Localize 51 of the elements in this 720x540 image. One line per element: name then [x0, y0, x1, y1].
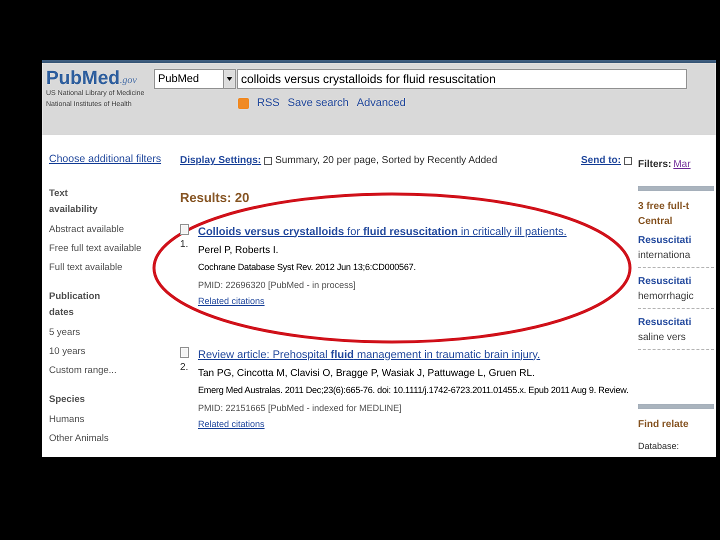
filters-label: Filters: [638, 158, 672, 172]
filter-group-title: Publication dates [49, 290, 102, 320]
logo-suffix: .gov [120, 74, 137, 88]
related-article-title[interactable]: Resuscitati [638, 233, 714, 248]
filter-group-title: Species [49, 392, 86, 407]
filter-item[interactable]: Abstract available [49, 220, 180, 239]
find-related-heading: Find relate [638, 418, 690, 432]
search-field[interactable]: colloids versus crystalloids for fluid resuscitation [237, 69, 687, 89]
dropdown-icon [624, 156, 632, 164]
filter-item[interactable]: 10 years [49, 342, 180, 361]
header-link[interactable]: RSS [257, 95, 280, 112]
result-pmid: PMID: 22151665 [PubMed - indexed for MEDLINE] [198, 402, 403, 415]
filters-manage-link[interactable]: Mar [673, 157, 691, 172]
result-pmid: PMID: 22696320 [PubMed - in process] [198, 278, 357, 292]
filters-link[interactable]: Choose additional filters [49, 152, 180, 168]
related-article-snippet: internationa [638, 249, 692, 263]
result-number: 1. [180, 238, 190, 252]
related-article-title[interactable]: Resuscitati [638, 274, 714, 289]
pubmed-logo[interactable]: PubMed [46, 69, 120, 88]
header-link[interactable]: Advanced [356, 95, 406, 112]
filter-item[interactable]: Full text available [49, 258, 180, 277]
free-full-text-heading: Central [638, 215, 674, 229]
display-settings-value: Summary, 20 per page, Sorted by Recently Added [275, 154, 498, 168]
result-citation: Cochrane Database Syst Rev. 2012 Jun 13;6:CD000567. [198, 261, 417, 274]
filter-item[interactable]: Other Animals [49, 428, 180, 448]
results-count: Results: 20 [180, 189, 250, 207]
related-article-title[interactable]: Resuscitati [638, 315, 714, 330]
related-article-snippet: hemorrhagic [638, 290, 695, 304]
filter-item[interactable]: Free full text available [49, 238, 180, 258]
free-full-text-heading: 3 free full-t [638, 200, 690, 214]
related-citations-link[interactable]: Related citations [198, 295, 567, 308]
filter-item[interactable]: 5 years [49, 322, 180, 342]
header-link[interactable]: Save search [288, 95, 349, 112]
send-to-link[interactable]: Send to: [581, 153, 621, 168]
database-select[interactable]: PubMed [154, 69, 236, 89]
result-citation: Emerg Med Australas. 2011 Dec;23(6):665-76. doi: 10.1111/j.1742-6723.2011.01455.x. Epub 2011 Aug 9. Review. [198, 384, 628, 397]
filter-item[interactable]: Humans [49, 410, 180, 429]
result-checkbox[interactable] [180, 346, 189, 358]
related-article-snippet: saline vers [638, 331, 687, 345]
filter-group-title: Text availability [49, 186, 99, 217]
result-authors: Perel P, Roberts I. [198, 244, 280, 258]
display-settings-link[interactable]: Display Settings: [180, 153, 262, 168]
filter-item[interactable]: Custom range... [49, 360, 180, 380]
result-title[interactable]: Colloids versus crystalloids for fluid resuscitation in critically ill patients. [198, 224, 567, 240]
result-title[interactable]: Review article: Prehospital fluid management in traumatic brain injury. [198, 346, 628, 363]
dropdown-icon [264, 156, 272, 164]
result-authors: Tan PG, Cincotta M, Clavisi O, Bragge P, Wasiak J, Pattuwage L, Gruen RL. [198, 367, 536, 381]
result-number: 2. [180, 360, 190, 374]
database-label: Database: [638, 440, 680, 453]
result-checkbox[interactable] [180, 224, 189, 234]
related-citations-link[interactable]: Related citations [198, 418, 628, 432]
